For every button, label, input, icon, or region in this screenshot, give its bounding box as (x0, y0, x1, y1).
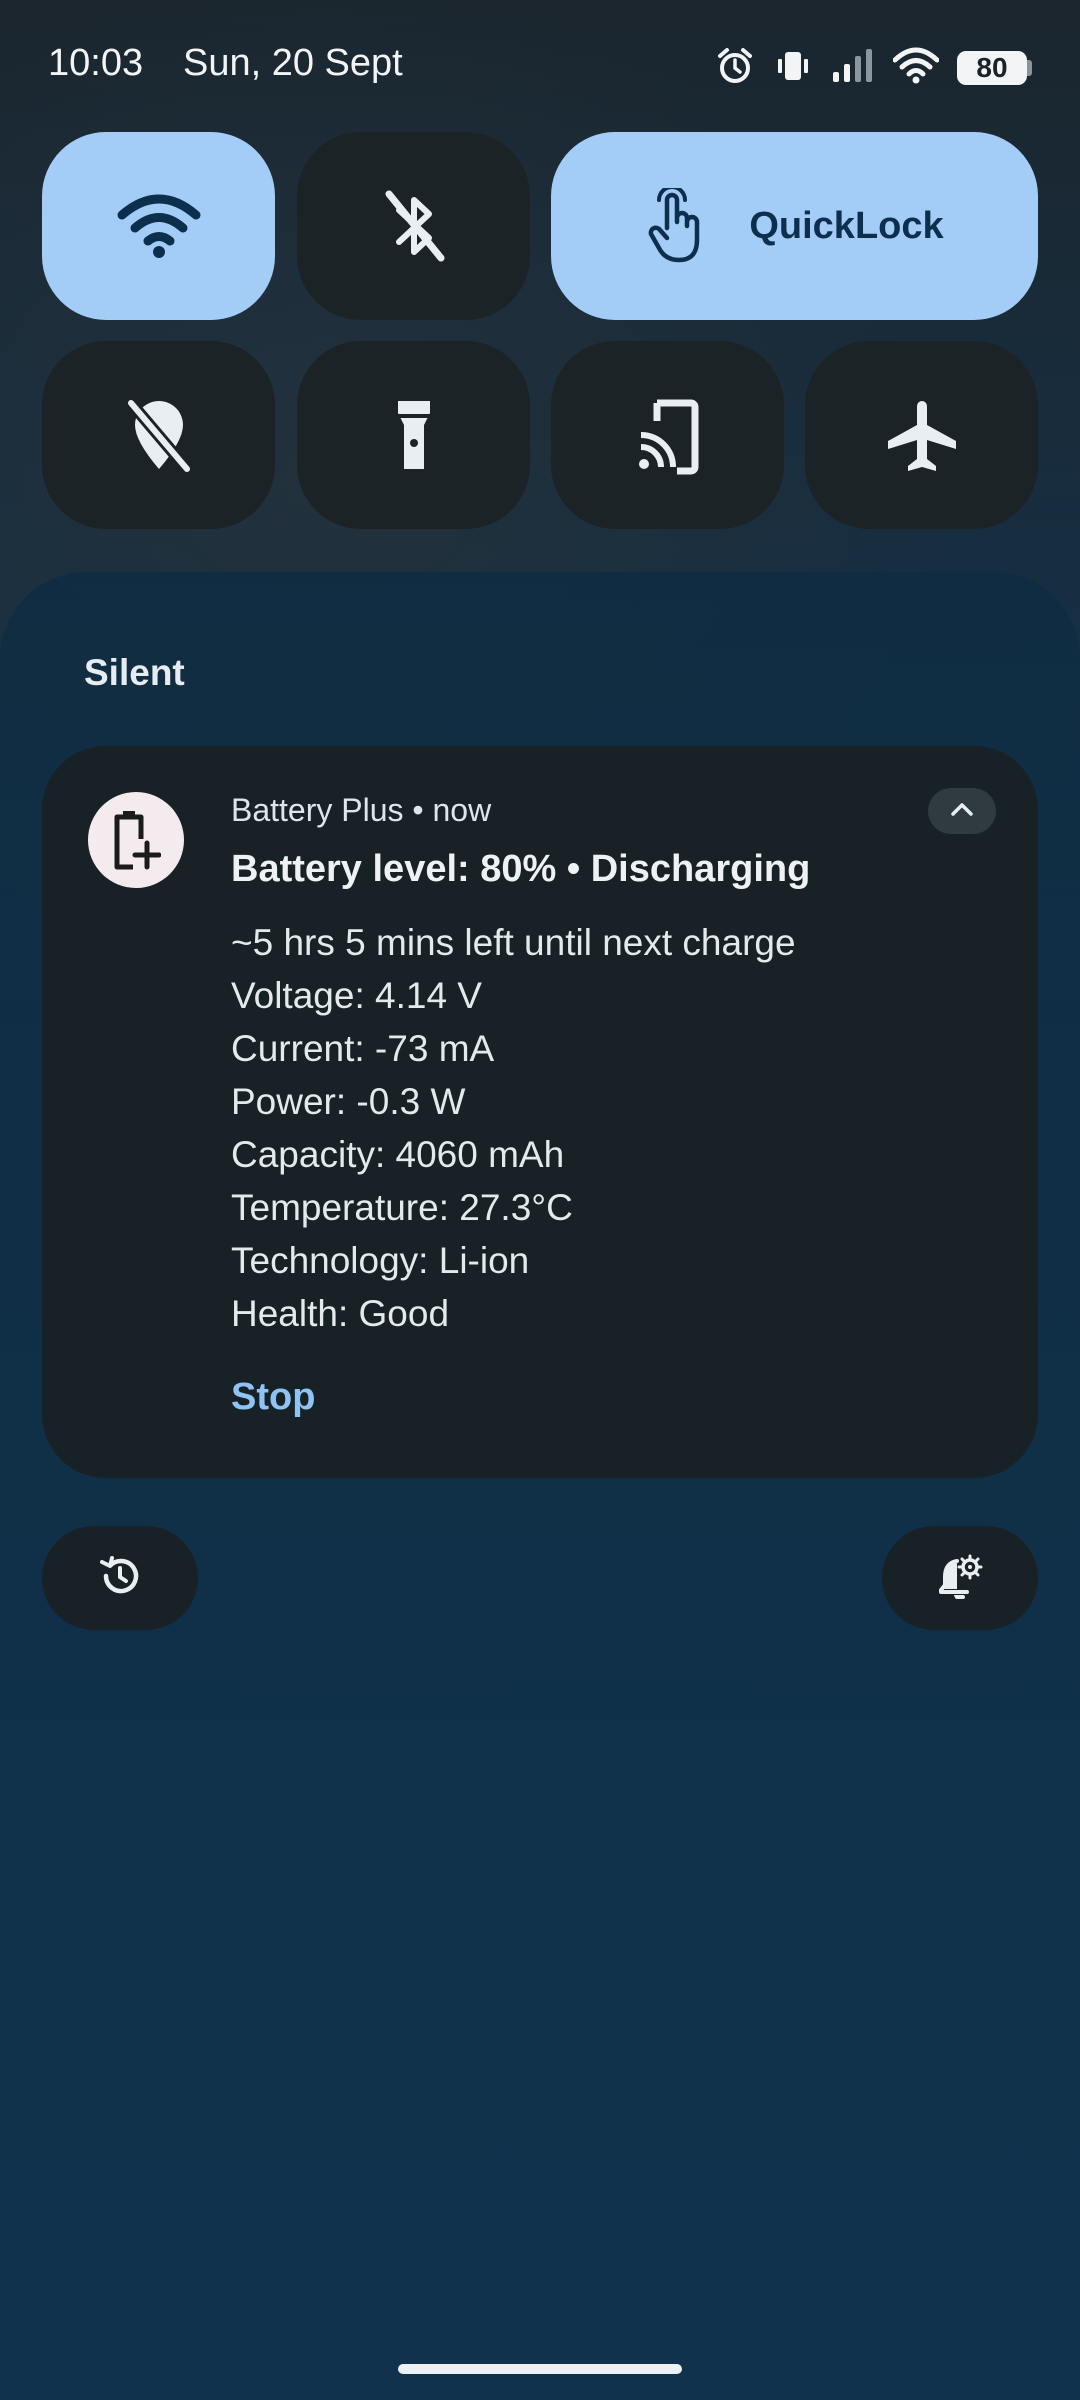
notification-history-button[interactable] (42, 1526, 198, 1630)
wifi-icon (116, 193, 202, 259)
notification-settings-button[interactable] (882, 1526, 1038, 1630)
notification-settings-icon (937, 1553, 983, 1604)
bluetooth-off-icon (379, 188, 449, 264)
airplane-tile[interactable] (805, 341, 1038, 529)
notification-title: Battery level: 80% • Discharging (231, 848, 811, 890)
notification-line-power: Power: -0.3 W (231, 1081, 466, 1122)
airplane-icon (884, 397, 960, 473)
history-icon (98, 1554, 142, 1603)
vibrate-icon (773, 46, 813, 91)
quicklock-tile[interactable]: QuickLock (551, 132, 1038, 320)
location-tile[interactable] (42, 341, 275, 529)
battery-plus-icon (88, 792, 184, 888)
alarm-icon (715, 46, 755, 91)
wifi-icon (892, 46, 940, 91)
signal-icon (831, 46, 875, 91)
notification-line-time-left: ~5 hrs 5 mins left until next charge (231, 922, 796, 963)
cast-tile[interactable] (551, 341, 784, 529)
wifi-tile[interactable] (42, 132, 275, 320)
chevron-up-icon (950, 801, 974, 822)
status-time: 10:03 (48, 42, 144, 84)
notification-line-voltage: Voltage: 4.14 V (231, 975, 482, 1016)
flashlight-icon (392, 397, 436, 473)
section-title-silent: Silent (84, 652, 185, 693)
battery-icon: 80 (957, 51, 1032, 85)
notification-line-capacity: Capacity: 4060 mAh (231, 1134, 565, 1175)
touch-hand-icon (645, 188, 705, 264)
notification-line-health: Health: Good (231, 1293, 450, 1334)
notification-line-temperature: Temperature: 27.3°C (231, 1187, 573, 1228)
notification-app-header: Battery Plus • now (231, 792, 492, 828)
quicklock-label: QuickLock (749, 204, 944, 247)
bluetooth-tile[interactable] (297, 132, 530, 320)
collapse-button[interactable] (928, 788, 996, 834)
cast-icon (635, 395, 701, 475)
battery-level: 80 (957, 51, 1027, 85)
notification-line-technology: Technology: Li-ion (231, 1240, 530, 1281)
location-off-icon (123, 395, 195, 475)
status-icons: 80 (715, 44, 1032, 92)
status-date: Sun, 20 Sept (183, 42, 403, 84)
stop-button[interactable]: Stop (231, 1376, 315, 1419)
notification-body: ~5 hrs 5 mins left until next charge Vol… (231, 916, 796, 1340)
notification-card[interactable]: Battery Plus • now Battery level: 80% • … (42, 746, 1038, 1478)
gesture-nav-bar[interactable] (398, 2364, 682, 2374)
notification-line-current: Current: -73 mA (231, 1028, 495, 1069)
flashlight-tile[interactable] (297, 341, 530, 529)
status-bar: 10:03 Sun, 20 Sept 80 (0, 0, 1080, 132)
